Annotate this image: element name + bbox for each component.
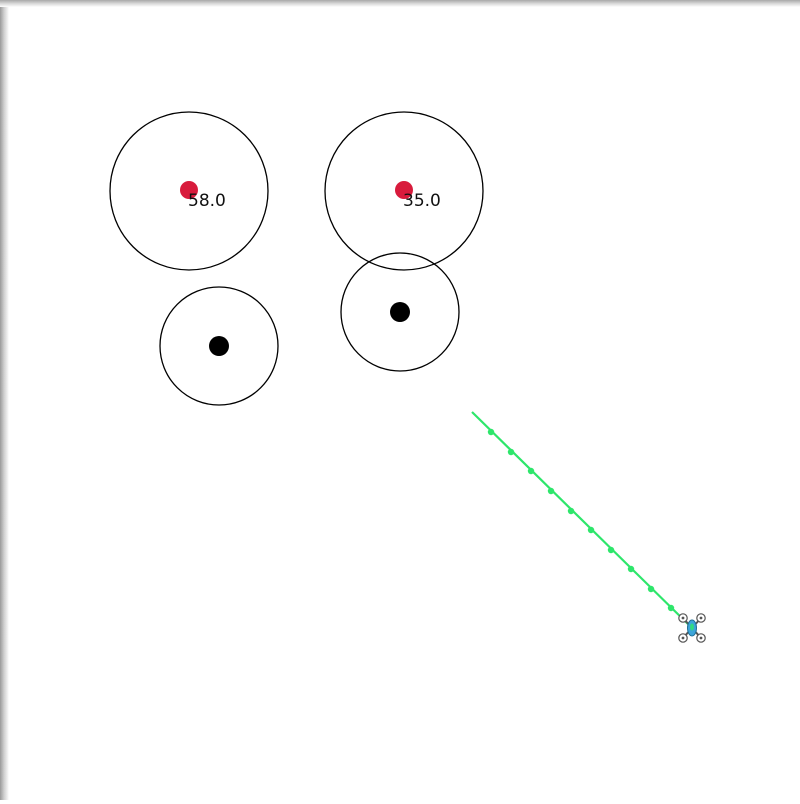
path-waypoint xyxy=(487,428,495,436)
game-canvas: 58.0 35.0 xyxy=(0,0,800,800)
target-value-label: 58.0 xyxy=(188,191,226,211)
path-waypoint xyxy=(627,565,635,573)
game-field: 58.0 35.0 xyxy=(109,111,706,643)
path-waypoint xyxy=(607,546,615,554)
path-waypoint xyxy=(527,467,535,475)
obstacle-marker xyxy=(209,336,229,356)
window-edge-shadow-left xyxy=(0,0,9,800)
quadcopter-drone-icon xyxy=(678,613,706,643)
obstacle-zone-1 xyxy=(159,286,279,406)
target-zone-1: 58.0 xyxy=(109,111,269,271)
obstacle-marker xyxy=(390,302,410,322)
flight-path xyxy=(471,411,691,627)
path-waypoint xyxy=(587,526,595,534)
path-waypoint xyxy=(647,585,655,593)
path-waypoint xyxy=(567,507,575,515)
flight-path-line xyxy=(471,411,691,627)
target-zone-2: 35.0 xyxy=(324,111,484,271)
target-value-label: 35.0 xyxy=(403,191,441,211)
path-waypoint xyxy=(667,604,675,612)
obstacle-zone-2 xyxy=(340,252,460,372)
path-waypoint xyxy=(547,487,555,495)
path-waypoint xyxy=(507,448,515,456)
window-edge-shadow-top xyxy=(0,0,800,7)
